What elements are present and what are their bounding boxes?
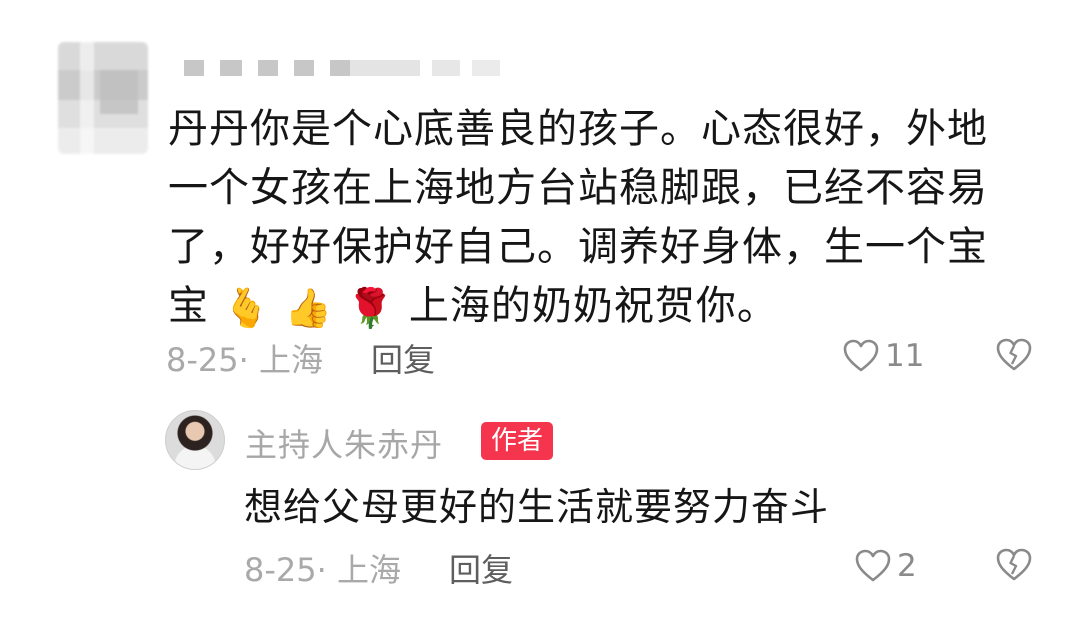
reply-like-count: 2 — [897, 548, 917, 584]
broken-heart-icon — [996, 548, 1032, 582]
comment-text-end: 上海的奶奶祝贺你。 — [408, 283, 778, 329]
username-blurred[interactable] — [184, 60, 350, 82]
comment-date-location: 8-25· 上海 — [166, 341, 323, 379]
broken-heart-icon — [996, 338, 1032, 372]
reply-date-location: 8-25· 上海 — [244, 551, 401, 589]
thumbs-up-emoji: 👍 — [284, 286, 334, 330]
rose-emoji: 🌹 — [346, 286, 396, 330]
comment-body: 丹丹你是个心底善良的孩子。心态很好，外地一个女孩在上海地方台站稳脚跟，已经不容易… — [168, 100, 1018, 338]
reply-body: 想给父母更好的生活就要努力奋斗 — [244, 485, 830, 529]
comment-meta: 8-25· 上海 回复 — [166, 335, 435, 381]
comment-like-button[interactable]: 11 — [843, 338, 924, 374]
user-avatar-blurred[interactable] — [58, 42, 148, 154]
comment-dislike-button[interactable] — [996, 338, 1032, 372]
comment-like-count: 11 — [885, 338, 925, 374]
reply-dislike-button[interactable] — [996, 548, 1032, 582]
heart-outline-icon — [855, 549, 891, 583]
comment-reply-button[interactable]: 回复 — [371, 335, 435, 381]
reply-like-button[interactable]: 2 — [855, 548, 917, 584]
author-avatar[interactable] — [165, 410, 225, 470]
author-name[interactable]: 主持人朱赤丹 — [245, 420, 443, 466]
reply-reply-button[interactable]: 回复 — [449, 545, 513, 591]
reply-meta: 8-25· 上海 回复 — [244, 545, 513, 591]
heart-outline-icon — [843, 339, 879, 373]
finger-heart-emoji: 🫰 — [222, 286, 272, 330]
username-blurred-2 — [350, 60, 500, 82]
author-badge: 作者 — [481, 422, 554, 460]
